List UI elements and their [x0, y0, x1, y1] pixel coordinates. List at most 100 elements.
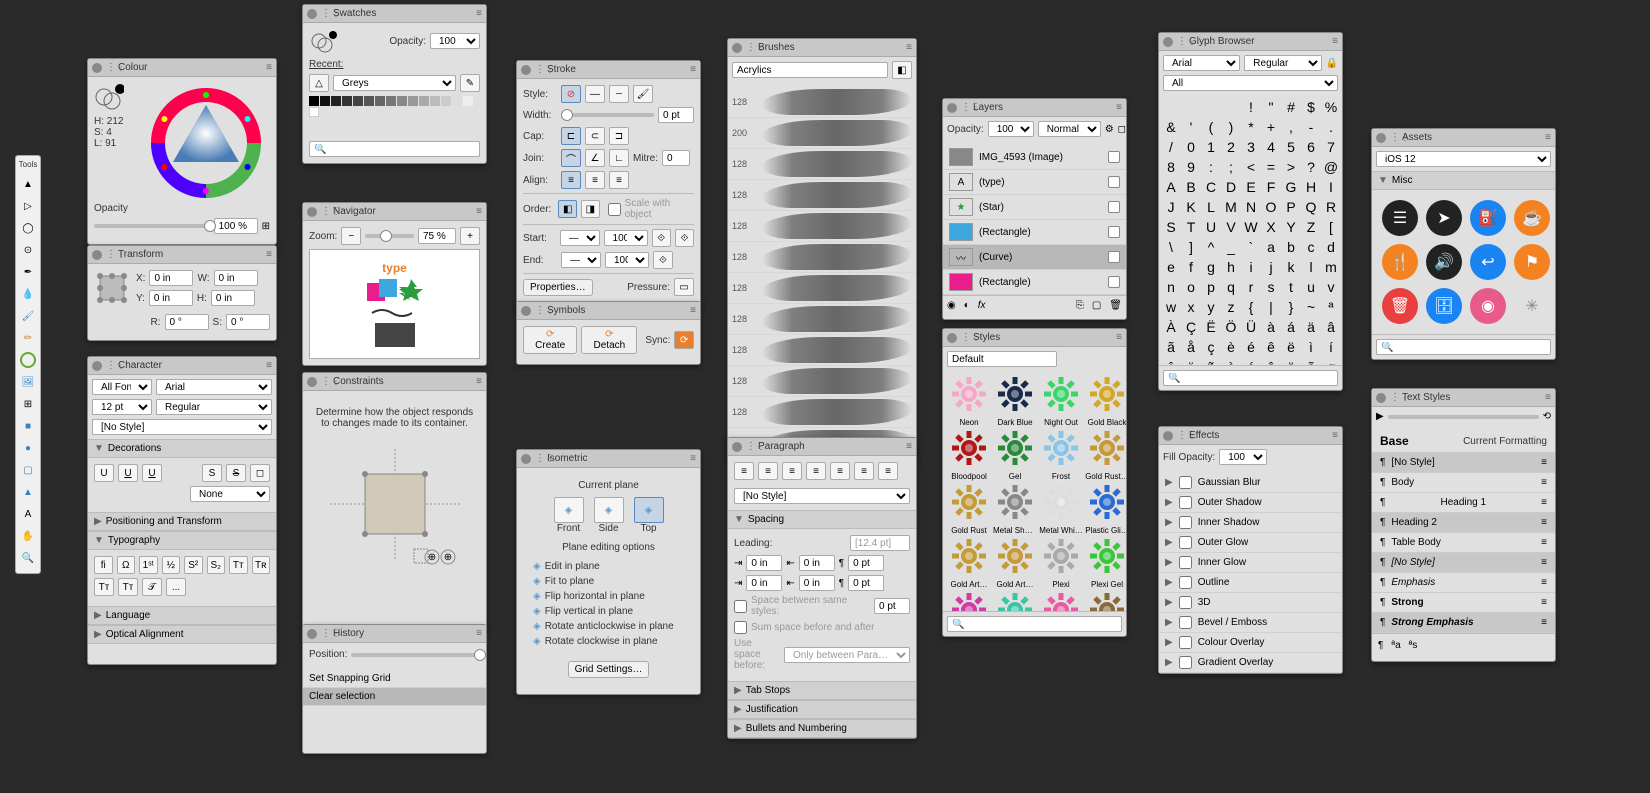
- glyph-cell[interactable]: .: [1321, 117, 1341, 137]
- glyph-cell[interactable]: è: [1221, 337, 1241, 357]
- zoom-out-icon[interactable]: −: [341, 227, 361, 245]
- navigator-preview[interactable]: type: [309, 249, 480, 359]
- usespace-select[interactable]: Only between Para…: [784, 647, 910, 663]
- gear-icon[interactable]: ⚙: [1105, 124, 1114, 135]
- swatch-item[interactable]: [463, 96, 473, 106]
- glyph-cell[interactable]: Ö: [1221, 317, 1241, 337]
- glyph-cell[interactable]: ,: [1281, 117, 1301, 137]
- textstyle-item[interactable]: ¶[No Style]≡: [1372, 453, 1555, 473]
- align-inside-btn[interactable]: ≡: [585, 171, 605, 189]
- style-item[interactable]: Neon: [947, 375, 991, 427]
- glyph-cell[interactable]: ã: [1161, 337, 1181, 357]
- effect-item[interactable]: ▶Gradient Overlay: [1159, 653, 1342, 673]
- effect-checkbox[interactable]: [1179, 616, 1192, 629]
- glyph-cell[interactable]: A: [1161, 177, 1181, 197]
- swatch-item[interactable]: [386, 96, 396, 106]
- styles-search[interactable]: [947, 616, 1122, 632]
- join-round-btn[interactable]: ⌒: [561, 149, 581, 167]
- eyedropper-tool[interactable]: 💧: [18, 284, 38, 304]
- glyph-cell[interactable]: ô: [1261, 357, 1281, 365]
- effect-item[interactable]: ▶Colour Overlay: [1159, 633, 1342, 653]
- detach-button[interactable]: ⟳ Detach: [581, 326, 637, 354]
- align-right-btn[interactable]: ≡: [782, 462, 802, 480]
- glyph-cell[interactable]: x: [1181, 297, 1201, 317]
- glyph-cell[interactable]: +: [1261, 117, 1281, 137]
- positioning-section[interactable]: ▶Positioning and Transform: [88, 512, 276, 531]
- layer-item[interactable]: ★(Star): [943, 195, 1126, 220]
- glyph-cell[interactable]: ^: [1201, 237, 1221, 257]
- brush-item[interactable]: 128: [728, 180, 916, 211]
- end-pct-select[interactable]: 100 %: [605, 252, 649, 268]
- glyph-cell[interactable]: *: [1241, 117, 1261, 137]
- grip-icon[interactable]: ⋮⋮: [535, 64, 543, 75]
- style-item[interactable]: Gold Black: [1085, 375, 1126, 427]
- glyph-cell[interactable]: Q: [1301, 197, 1321, 217]
- textstyle-item[interactable]: ¶Emphasis≡: [1372, 573, 1555, 593]
- close-icon[interactable]: [947, 333, 957, 343]
- menu-icon[interactable]: ≡: [1332, 430, 1338, 441]
- effect-item[interactable]: ▶Outer Shadow: [1159, 493, 1342, 513]
- menu-icon[interactable]: ≡: [266, 249, 272, 260]
- strikethrough-btn[interactable]: S: [202, 464, 222, 482]
- underline2-btn[interactable]: U: [118, 464, 138, 482]
- brush-item[interactable]: 128: [728, 149, 916, 180]
- indent-left-input[interactable]: [746, 555, 782, 571]
- glyph-cell[interactable]: p: [1201, 277, 1221, 297]
- effect-item[interactable]: ▶Inner Glow: [1159, 553, 1342, 573]
- menu-icon[interactable]: ≡: [1545, 392, 1551, 403]
- optical-section[interactable]: ▶Optical Alignment: [88, 625, 276, 644]
- grip-icon[interactable]: ⋮⋮: [321, 206, 329, 217]
- effect-checkbox[interactable]: [1179, 636, 1192, 649]
- menu-icon[interactable]: ≡: [476, 8, 482, 19]
- space-after-input[interactable]: [848, 575, 884, 591]
- swatch-item[interactable]: [452, 96, 462, 106]
- asset-reply-icon[interactable]: ↩: [1470, 244, 1506, 280]
- line-select[interactable]: None: [190, 486, 270, 502]
- bullets-section[interactable]: ▶Bullets and Numbering: [728, 719, 916, 738]
- glyph-cell[interactable]: :: [1201, 157, 1221, 177]
- last-indent-input[interactable]: [799, 575, 835, 591]
- glyph-cell[interactable]: ñ: [1201, 357, 1221, 365]
- grip-icon[interactable]: ⋮⋮: [321, 376, 329, 387]
- trash-icon[interactable]: 🗑: [1109, 300, 1122, 311]
- brush-item[interactable]: 128: [728, 397, 916, 428]
- glyph-cell[interactable]: i: [1241, 257, 1261, 277]
- glyph-cell[interactable]: w: [1161, 297, 1181, 317]
- brush-item[interactable]: 128: [728, 87, 916, 118]
- text-tool[interactable]: A: [18, 504, 38, 524]
- style-item[interactable]: Metal Sha…: [993, 483, 1037, 535]
- base-style[interactable]: Base: [1380, 434, 1409, 448]
- glyph-cell[interactable]: h: [1221, 257, 1241, 277]
- glyph-cell[interactable]: ?: [1301, 157, 1321, 177]
- style-item[interactable]: Gel: [993, 429, 1037, 481]
- menu-icon[interactable]: ≡: [1545, 132, 1551, 143]
- glyph-cell[interactable]: 7: [1321, 137, 1341, 157]
- menu-icon[interactable]: ≡: [906, 441, 912, 452]
- asset-sound-icon[interactable]: 🔊: [1426, 244, 1462, 280]
- order-behind-btn[interactable]: ◧: [558, 200, 577, 218]
- close-icon[interactable]: [1376, 133, 1386, 143]
- font-weight-select[interactable]: Regular: [156, 399, 272, 415]
- glyph-cell[interactable]: $: [1301, 97, 1321, 117]
- fillopacity-select[interactable]: 100 %: [1219, 449, 1267, 465]
- asset-fuel-icon[interactable]: ⛽: [1470, 200, 1506, 236]
- grip-icon[interactable]: ⋮⋮: [106, 360, 114, 371]
- glyph-cell[interactable]: á: [1281, 317, 1301, 337]
- glyph-cell[interactable]: î: [1161, 357, 1181, 365]
- close-icon[interactable]: [92, 250, 102, 260]
- front-plane-btn[interactable]: ◈: [554, 497, 584, 523]
- menu-icon[interactable]: ≡: [1541, 497, 1547, 508]
- start-pct-select[interactable]: 100 %: [604, 230, 648, 246]
- end-arrow-select[interactable]: —: [561, 252, 601, 268]
- glyph-cell[interactable]: d: [1321, 237, 1341, 257]
- h-input[interactable]: [211, 290, 255, 306]
- image-tool[interactable]: 🖼: [18, 372, 38, 392]
- misc-section[interactable]: ▼Misc: [1372, 171, 1555, 190]
- layer-item[interactable]: 〰(Curve): [943, 245, 1126, 270]
- palette-icon[interactable]: △: [309, 74, 329, 92]
- super-btn[interactable]: S²: [184, 556, 203, 574]
- menu-icon[interactable]: ≡: [1541, 477, 1547, 488]
- glyph-cell[interactable]: s: [1261, 277, 1281, 297]
- fit-to-plane-btn[interactable]: ◈Fit to plane: [533, 576, 694, 587]
- menu-icon[interactable]: ≡: [1332, 36, 1338, 47]
